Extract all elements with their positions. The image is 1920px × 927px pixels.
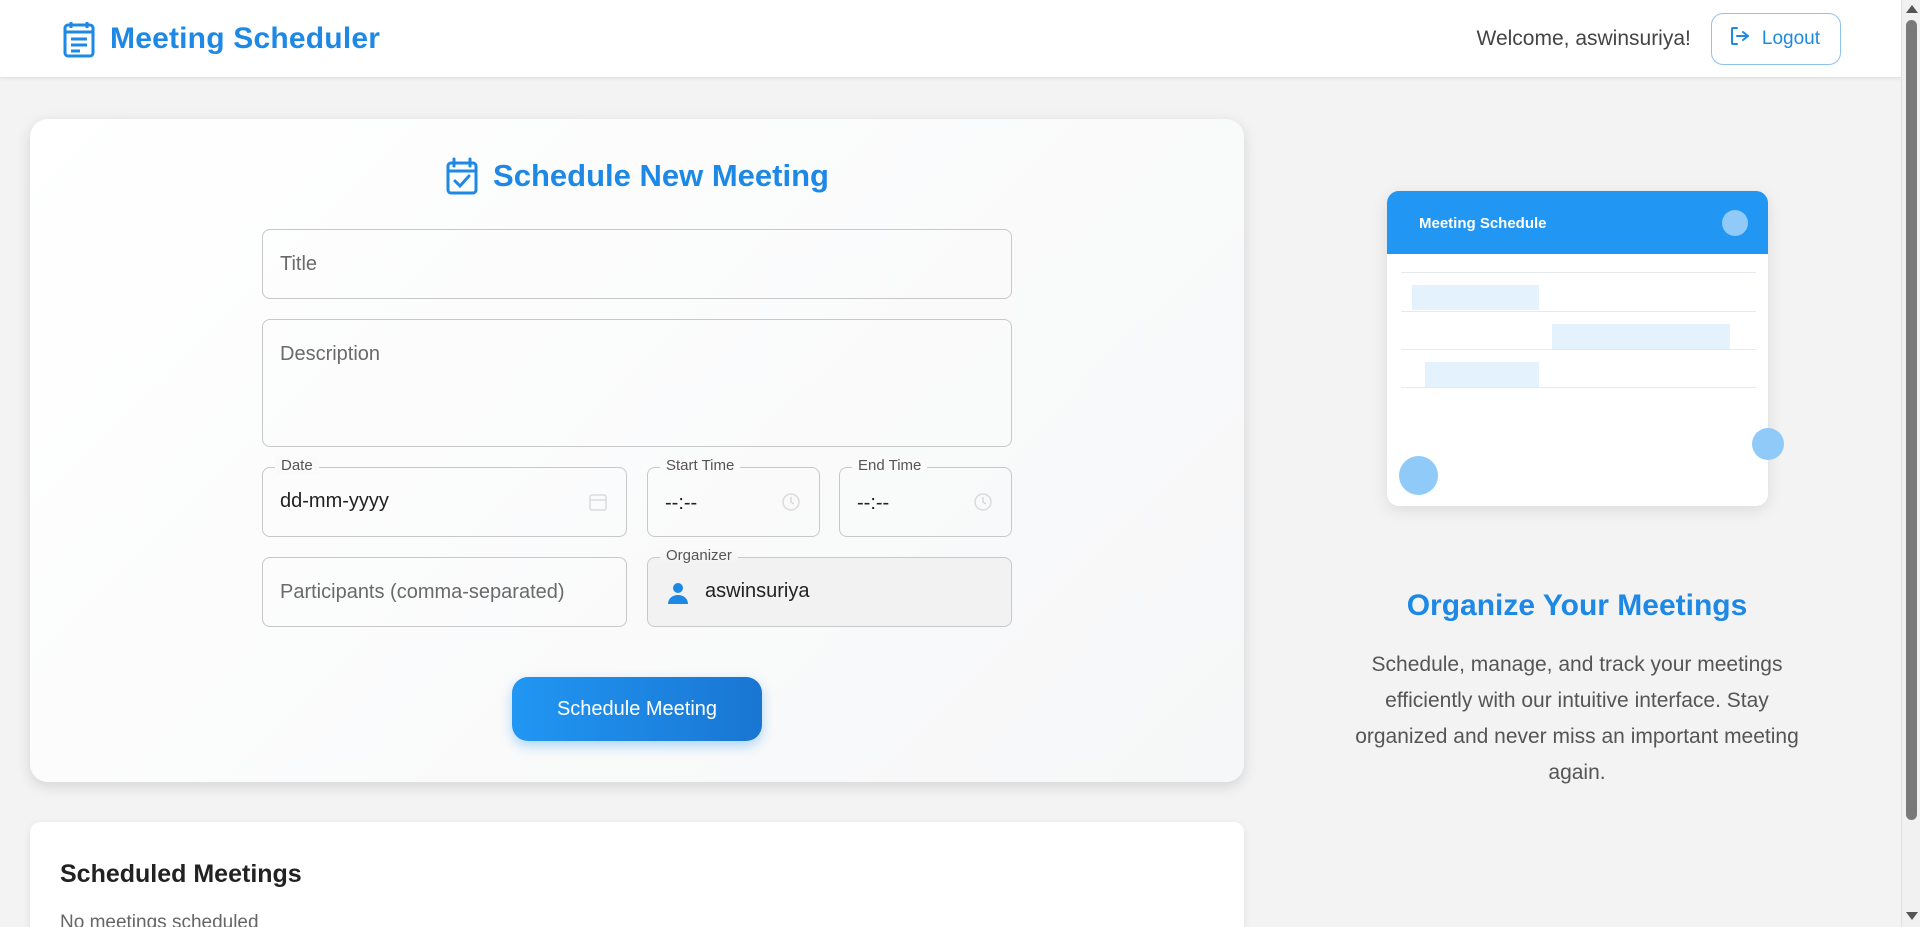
illustration-bubble	[1399, 456, 1438, 495]
participants-input[interactable]: Participants (comma-separated)	[262, 557, 627, 627]
date-input[interactable]: Date dd-mm-yyyy	[262, 457, 627, 537]
title-placeholder: Title	[280, 253, 318, 275]
scroll-up-arrow-icon[interactable]	[1906, 5, 1918, 13]
start-time-label: Start Time	[660, 457, 741, 474]
logout-arrow-icon	[1728, 24, 1752, 54]
calendar-picker-icon[interactable]	[588, 492, 608, 512]
empty-state-text: No meetings scheduled	[60, 912, 259, 927]
clock-icon[interactable]	[973, 492, 993, 512]
illustration-event-block	[1552, 324, 1730, 349]
schedule-meeting-button[interactable]: Schedule Meeting	[512, 677, 762, 741]
list-document-icon	[62, 20, 96, 58]
schedule-illustration: Meeting Schedule	[1387, 191, 1768, 506]
illustration-row-line	[1401, 349, 1756, 350]
app-title: Meeting Scheduler	[110, 21, 381, 55]
illustration-bubble	[1752, 428, 1784, 460]
participants-placeholder: Participants (comma-separated)	[280, 581, 565, 603]
app-window: Meeting Scheduler Welcome, aswinsuriya! …	[0, 0, 1920, 927]
welcome-text: Welcome, aswinsuriya!	[1476, 26, 1691, 50]
clock-icon[interactable]	[781, 492, 801, 512]
schedule-form-card: Schedule New Meeting Title Description D…	[30, 119, 1244, 782]
logout-button[interactable]: Logout	[1710, 12, 1841, 65]
description-textarea[interactable]: Description	[262, 319, 1012, 447]
start-time-input[interactable]: Start Time --:--	[647, 457, 820, 537]
organizer-value: aswinsuriya	[705, 580, 810, 602]
illustration-header-dot	[1722, 210, 1748, 236]
promo-title: Organize Your Meetings	[1406, 589, 1748, 622]
illustration-header: Meeting Schedule	[1387, 191, 1768, 254]
illustration-row-line	[1401, 311, 1756, 312]
organizer-label: Organizer	[660, 547, 738, 564]
page-scrollbar[interactable]	[1901, 0, 1920, 927]
promo-description: Schedule, manage, and track your meeting…	[1355, 653, 1799, 784]
scheduled-meetings-heading: Scheduled Meetings	[60, 860, 302, 888]
illustration-event-block	[1412, 285, 1539, 310]
scroll-down-arrow-icon[interactable]	[1906, 912, 1918, 920]
description-placeholder: Description	[280, 343, 381, 365]
logout-label: Logout	[1761, 27, 1820, 49]
illustration-event-block	[1425, 362, 1539, 387]
calendar-check-icon	[445, 157, 479, 195]
end-time-label: End Time	[852, 457, 928, 474]
person-icon	[666, 581, 690, 605]
date-label: Date	[275, 457, 319, 474]
illustration-row-line	[1401, 272, 1756, 273]
organizer-field: Organizer aswinsuriya	[647, 547, 1012, 627]
illustration-header-text: Meeting Schedule	[1419, 215, 1547, 232]
top-navbar: Meeting Scheduler Welcome, aswinsuriya! …	[0, 0, 1901, 78]
title-input[interactable]: Title	[262, 229, 1012, 299]
end-time-value: --:--	[857, 492, 890, 514]
form-heading: Schedule New Meeting	[30, 157, 1244, 195]
scrollbar-thumb[interactable]	[1906, 20, 1917, 820]
scheduled-meetings-card: Scheduled Meetings No meetings scheduled	[30, 822, 1244, 927]
date-value: dd-mm-yyyy	[280, 490, 389, 512]
form-heading-text: Schedule New Meeting	[493, 158, 829, 193]
start-time-value: --:--	[665, 492, 698, 514]
end-time-input[interactable]: End Time --:--	[839, 457, 1012, 537]
brand[interactable]: Meeting Scheduler	[62, 20, 380, 58]
header-user-area: Welcome, aswinsuriya! Logout	[1476, 12, 1841, 65]
illustration-row-line	[1401, 387, 1756, 388]
